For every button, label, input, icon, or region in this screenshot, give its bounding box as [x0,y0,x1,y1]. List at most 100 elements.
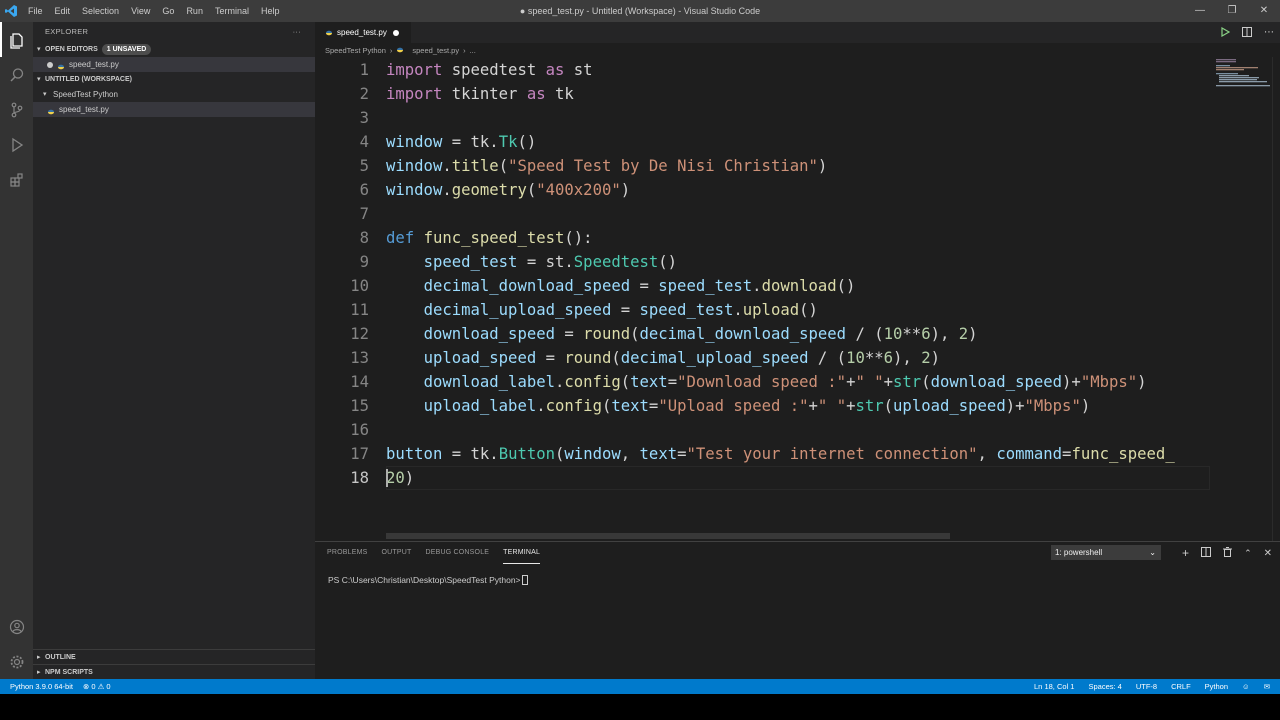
open-editor-filename: speed_test.py [69,60,119,69]
file-item[interactable]: speed_test.py [33,102,315,117]
minimap[interactable] [1214,57,1272,117]
code-token: import [386,85,443,103]
folder-item[interactable]: ▾ SpeedTest Python [33,87,315,102]
code-token: + [883,373,894,391]
unsaved-badge: 1 UNSAVED [101,44,152,55]
panel-tabs: PROBLEMS OUTPUT DEBUG CONSOLE TERMINAL [327,542,541,564]
outline-section[interactable]: ▸ OUTLINE [33,649,315,664]
new-terminal-icon[interactable]: + [1182,546,1189,560]
code-line[interactable]: upload_label.config(text="Upload speed :… [386,394,1210,418]
line-number: 3 [359,109,369,127]
code-line[interactable] [386,202,1210,226]
run-file-icon[interactable] [1220,24,1231,42]
tab-output[interactable]: OUTPUT [382,542,412,564]
tab-problems[interactable]: PROBLEMS [327,542,368,564]
feedback-icon[interactable]: ☺ [1242,682,1250,691]
indentation[interactable]: Spaces: 4 [1088,682,1121,691]
menu-view[interactable]: View [125,0,156,22]
activity-bar [0,22,33,679]
run-debug-icon[interactable] [0,127,33,162]
menu-terminal[interactable]: Terminal [209,0,255,22]
language-mode[interactable]: Python [1205,682,1228,691]
code-token: ( [883,397,894,415]
cursor-position[interactable]: Ln 18, Col 1 [1034,682,1074,691]
menu-file[interactable]: File [22,0,49,22]
code-line[interactable]: 20) [386,466,1210,490]
code-line[interactable]: download_speed = round(decimal_download_… [386,322,1210,346]
code-token: tkinter [442,85,527,103]
code-token: ( [555,445,565,463]
tab-terminal[interactable]: TERMINAL [503,542,541,564]
code-line[interactable]: download_label.config(text="Download spe… [386,370,1210,394]
explorer-icon[interactable] [0,22,33,57]
unsaved-dot-icon [47,61,53,68]
code-line[interactable] [386,106,1210,130]
code-line[interactable]: window.geometry("400x200") [386,178,1210,202]
code-line[interactable] [386,418,1210,442]
split-editor-icon[interactable] [1242,24,1252,42]
manage-gear-icon[interactable] [0,644,33,679]
close-panel-icon[interactable]: ✕ [1264,548,1272,559]
tab-debug-console[interactable]: DEBUG CONSOLE [425,542,489,564]
code-token: def [386,229,415,247]
terminal-prompt[interactable]: PS C:\Users\Christian\Desktop\SpeedTest … [328,575,528,585]
source-control-icon[interactable] [0,92,33,127]
search-icon[interactable] [0,57,33,92]
code-line[interactable]: import tkinter as tk [386,82,1210,106]
account-icon[interactable] [0,609,33,644]
split-terminal-icon[interactable] [1201,544,1212,562]
more-actions-icon[interactable]: ⋯ [1264,27,1274,38]
code-line[interactable]: decimal_upload_speed = speed_test.upload… [386,298,1210,322]
window-controls: — ❐ ✕ [1184,0,1280,22]
code-line[interactable]: import speedtest as st [386,58,1210,82]
line-number: 18 [350,469,369,487]
code-token: () [836,277,856,295]
notifications-bell-icon[interactable]: ✉ [1264,682,1270,691]
breadcrumb-file[interactable]: speed_test.py [412,46,459,55]
menu-edit[interactable]: Edit [49,0,77,22]
menu-help[interactable]: Help [255,0,286,22]
code-token: . [536,397,546,415]
workspace-section[interactable]: ▾ UNTITLED (WORKSPACE) [33,72,315,87]
code-token: decimal_download_speed [423,277,631,295]
code-token: )+ [1062,373,1081,391]
unsaved-dot-icon[interactable] [392,29,399,36]
close-icon[interactable]: ✕ [1248,0,1280,22]
problems-count[interactable]: ⊗ 0 ⚠ 0 [83,682,111,691]
npm-scripts-section[interactable]: ▸ NPM SCRIPTS [33,664,315,679]
maximize-panel-icon[interactable]: ⌃ [1244,548,1252,559]
horizontal-scrollbar[interactable] [386,533,950,539]
explorer-more-button[interactable]: ··· [293,22,301,42]
terminal-select[interactable]: 1: powershell ⌄ [1051,545,1161,560]
tab-speed-test[interactable]: speed_test.py [315,22,411,43]
python-interpreter[interactable]: Python 3.9.0 64-bit [10,682,73,691]
menu-run[interactable]: Run [180,0,209,22]
breadcrumb-more[interactable]: ... [470,46,476,55]
code-editor[interactable]: 1 import speedtest as st 2 import tkinter a… [315,57,1280,541]
code-line[interactable]: upload_speed = round(decimal_upload_spee… [386,346,1210,370]
minimize-icon[interactable]: — [1184,0,1216,22]
code-line[interactable]: def func_speed_test(): [386,226,1210,250]
menu-go[interactable]: Go [156,0,180,22]
code-line[interactable]: window.title("Speed Test by De Nisi Chri… [386,154,1210,178]
breadcrumb-folder[interactable]: SpeedTest Python [325,46,386,55]
code-token: upload_speed [423,349,537,367]
restore-icon[interactable]: ❐ [1216,0,1248,22]
code-token: window [386,133,443,151]
code-token: window [386,181,443,199]
vertical-scrollbar[interactable] [1272,57,1280,541]
code-token: command [996,445,1063,463]
vscode-window: File Edit Selection View Go Run Terminal… [0,0,1280,720]
open-editor-item[interactable]: speed_test.py [33,57,315,72]
code-token: window [564,445,621,463]
end-of-line[interactable]: CRLF [1171,682,1191,691]
menu-selection[interactable]: Selection [76,0,125,22]
code-line[interactable]: window = tk.Tk() [386,130,1210,154]
encoding[interactable]: UTF-8 [1136,682,1157,691]
code-line[interactable]: speed_test = st.Speedtest() [386,250,1210,274]
trash-icon[interactable] [1223,544,1233,562]
code-line[interactable]: button = tk.Button(window, text="Test yo… [386,442,1210,466]
open-editors-section[interactable]: ▾ OPEN EDITORS 1 UNSAVED [33,42,315,57]
extensions-icon[interactable] [0,162,33,197]
code-line[interactable]: decimal_download_speed = speed_test.down… [386,274,1210,298]
